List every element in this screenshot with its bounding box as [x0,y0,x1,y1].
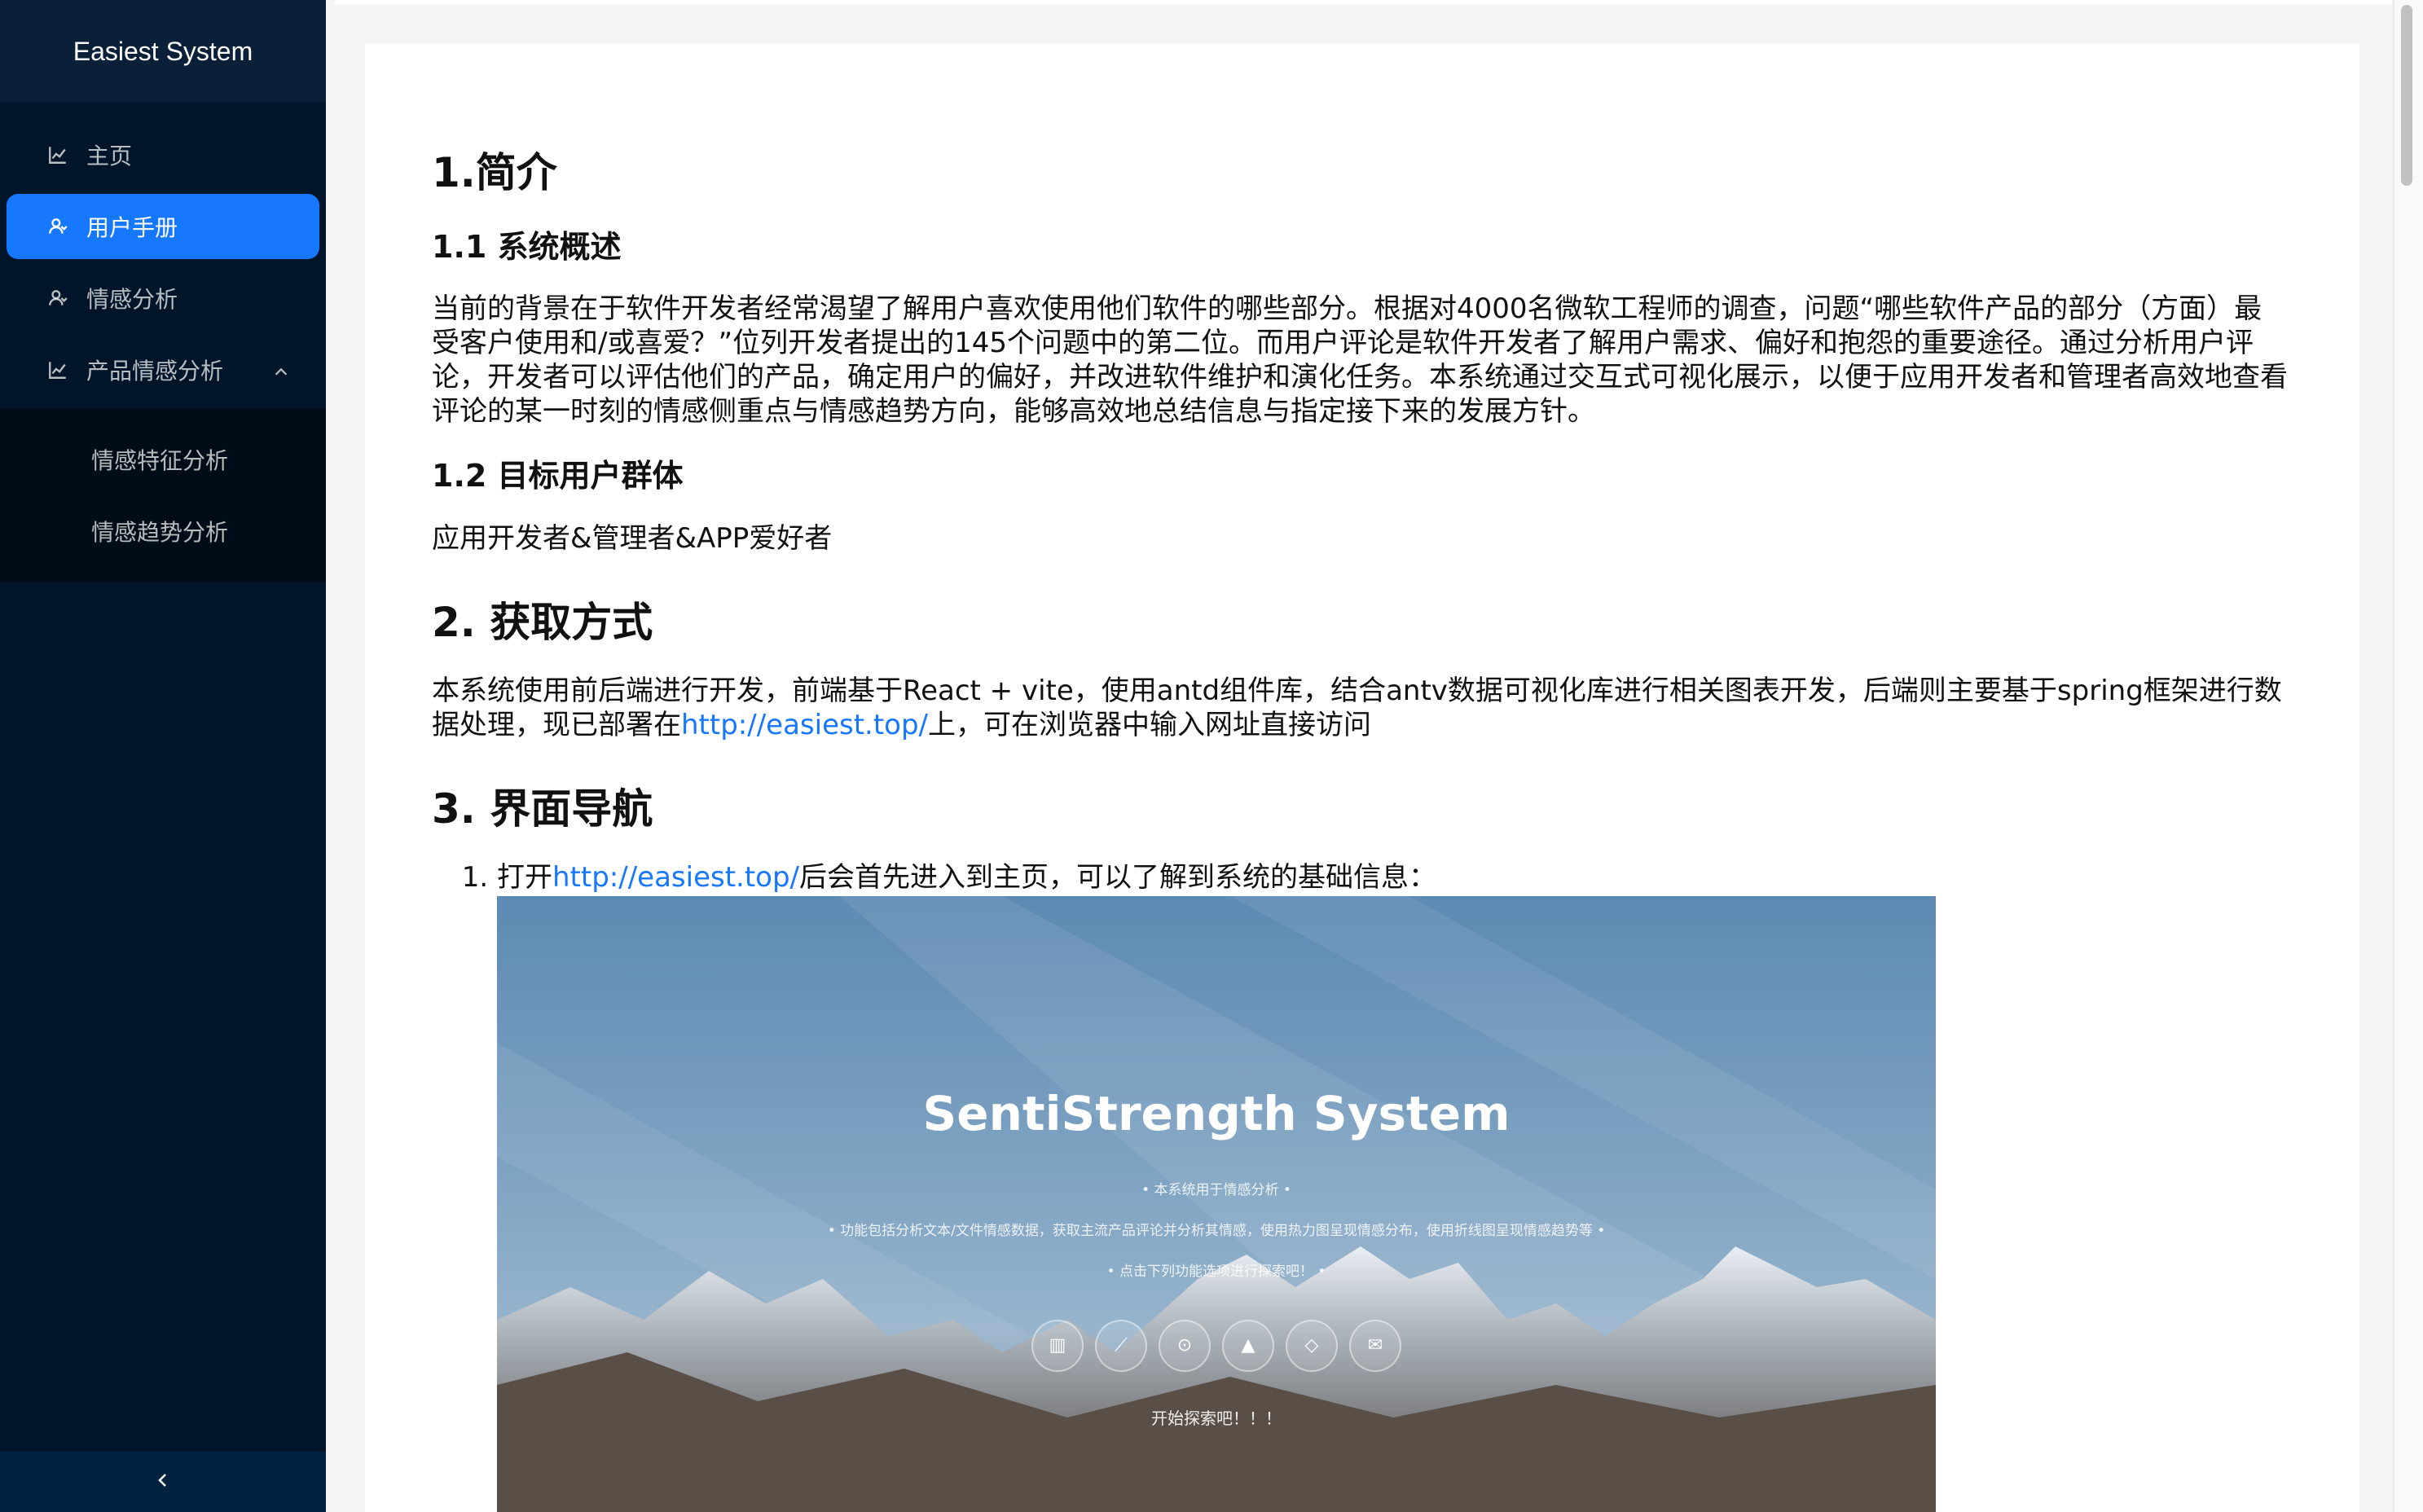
list-item: 打开http://easiest.top/后会首先进入到主页，可以了解到系统的基… [497,860,2294,1512]
site-link[interactable]: http://easiest.top/ [552,861,799,894]
screenshot-line-3: • 点击下列功能选项进行探索吧！ • [1106,1263,1326,1280]
sidebar-item-label: 情感分析 [86,287,178,312]
book-icon: ▥ [1031,1319,1084,1372]
sidebar-item-user-manual[interactable]: 用户手册 [7,194,319,259]
sidebar-item-label: 产品情感分析 [86,358,224,384]
paragraph-target-users: 应用开发者&管理者&APP爱好者 [432,521,833,555]
app-title[interactable]: Easiest System [0,0,326,103]
sidebar-collapse-button[interactable] [0,1452,326,1512]
sidebar-item-product-sentiment[interactable]: 产品情感分析 [7,337,319,402]
line-chart-icon [46,143,70,167]
sidebar-submenu: 情感特征分析 情感趋势分析 [0,409,326,582]
header-strip [334,0,2392,5]
homepage-screenshot: SentiStrength System • 本系统用于情感分析 • • 功能包… [497,895,1936,1512]
search-icon: ⊙ [1159,1319,1211,1372]
site-link[interactable]: http://easiest.top/ [681,709,928,741]
screenshot-line-1: • 本系统用于情感分析 • [1141,1181,1291,1198]
area-chart-icon: ▲ [1222,1319,1274,1372]
access-text-after: 上，可在浏览器中输入网址直接访问 [928,708,1372,741]
screenshot-feature-icons: ▥ ⟋ ⊙ ▲ ◇ ✉ [497,1319,1936,1372]
user-manual-document: 1.简介 1.1 系统概述 当前的背景在于软件开发者经常渴望了解用户喜欢使用他们… [365,44,2359,1512]
heading-navigation: 3. 界面导航 [432,785,653,833]
sidebar-item-label: 情感特征分析 [91,448,229,473]
main-content: 1.简介 1.1 系统概述 当前的背景在于软件开发者经常渴望了解用户喜欢使用他们… [326,0,2392,1512]
step-text-before: 打开 [497,860,552,894]
step-text-after: 后会首先进入到主页，可以了解到系统的基础信息： [799,860,1437,894]
screenshot-line-2: • 功能包括分析文本/文件情感数据，获取主流产品评论并分析其情感，使用热力图呈现… [827,1222,1606,1239]
sidebar: Easiest System 主页 用户手册 情感分析 产品情感分析 情感特征分… [0,0,326,1512]
sidebar-menu: 主页 用户手册 情感分析 产品情感分析 情感特征分析 情感趋势分析 [0,103,326,582]
tag-icon: ◇ [1286,1319,1338,1372]
heading-access: 2. 获取方式 [432,598,653,646]
sidebar-item-sentiment-features[interactable]: 情感特征分析 [7,427,319,492]
sidebar-item-sentiment-trends[interactable]: 情感趋势分析 [7,499,319,564]
heading-target-users: 1.2 目标用户群体 [432,458,684,494]
scrollbar-thumb[interactable] [2401,5,2412,186]
line-chart-icon [46,358,70,382]
mail-icon: ✉ [1349,1319,1401,1372]
paragraph-system-overview: 当前的背景在于软件开发者经常渴望了解用户喜欢使用他们软件的哪些部分。根据对400… [432,292,2288,429]
chevron-left-icon [153,1470,173,1494]
user-manual-icon [46,214,70,239]
chevron-up-icon[interactable] [272,361,290,379]
heading-system-overview: 1.1 系统概述 [432,229,622,265]
navigation-steps: 打开http://easiest.top/后会首先进入到主页，可以了解到系统的基… [432,860,2294,1512]
heading-intro: 1.简介 [432,149,557,196]
user-manual-icon [46,286,70,310]
sidebar-item-label: 情感趋势分析 [91,520,229,545]
line-chart-icon: ⟋ [1095,1319,1147,1372]
sidebar-item-label: 用户手册 [86,215,178,240]
page-scrollbar[interactable] [2394,0,2423,1512]
paragraph-access: 本系统使用前后端进行开发，前端基于React + vite，使用antd组件库，… [432,674,2289,742]
screenshot-explore-text: 开始探索吧！！！ [1151,1408,1282,1428]
sidebar-item-label: 主页 [86,143,133,169]
sidebar-item-sentiment-analysis[interactable]: 情感分析 [7,266,319,331]
screenshot-title: SentiStrength System [922,1085,1511,1141]
sidebar-item-home[interactable]: 主页 [7,122,319,187]
